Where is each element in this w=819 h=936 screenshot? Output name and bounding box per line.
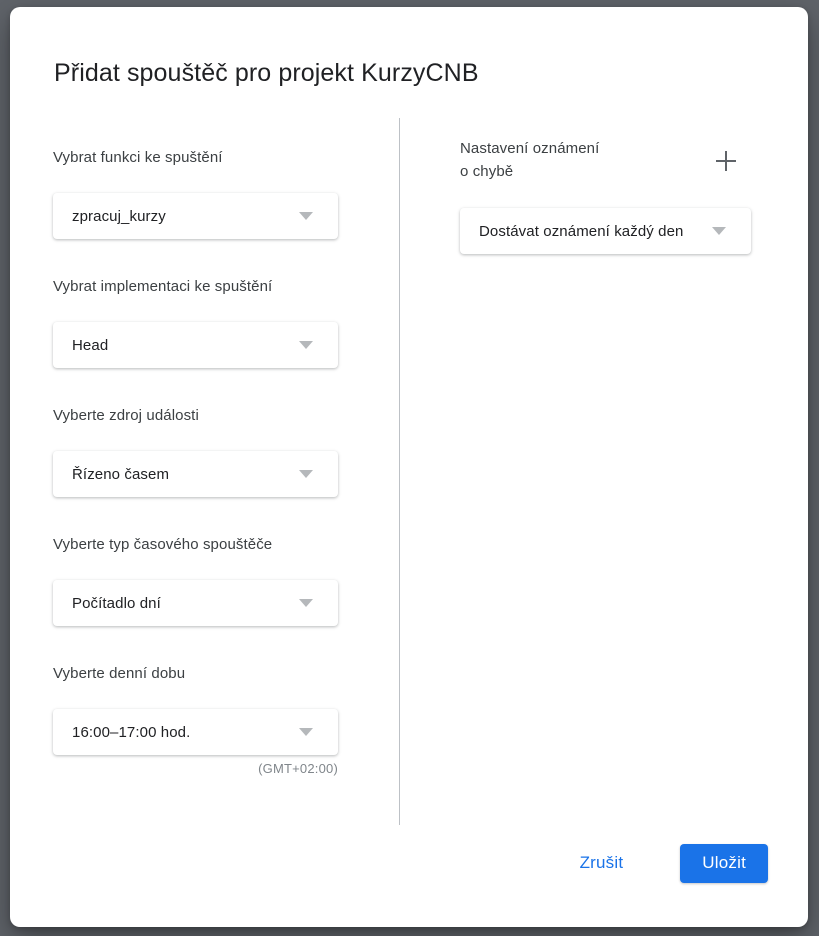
select-value-event-source: Řízeno časem	[72, 465, 170, 483]
select-event-source[interactable]: Řízeno časem	[53, 451, 338, 497]
field-label-run-function: Vybrat funkci ke spuštění	[53, 149, 223, 166]
select-run-function[interactable]: zpracuj_kurzy	[53, 193, 338, 239]
field-label-time-trigger-type: Vyberte typ časového spouštěče	[53, 536, 273, 553]
chevron-down-icon	[294, 462, 318, 486]
select-value-run-function: zpracuj_kurzy	[72, 207, 166, 225]
cancel-button[interactable]: Zrušit	[564, 843, 640, 883]
select-time-of-day[interactable]: 16:00–17:00 hod.	[53, 709, 338, 755]
select-value-time-trigger-type: Počítadlo dní	[72, 594, 161, 612]
dialog-footer: Zrušit Uložit	[564, 843, 768, 883]
left-column: Vybrat funkci ke spuštění zpracuj_kurzy …	[53, 147, 353, 798]
chevron-down-icon	[294, 720, 318, 744]
timezone-hint: (GMT+02:00)	[258, 761, 338, 776]
field-time-of-day: Vyberte denní dobu 16:00–17:00 hod. (GMT…	[53, 663, 353, 776]
right-column: Nastavení oznámení o chybě Dostávat ozná…	[460, 137, 770, 254]
chevron-down-icon	[294, 333, 318, 357]
save-button[interactable]: Uložit	[680, 843, 768, 883]
failure-notification-header: Nastavení oznámení o chybě	[460, 137, 750, 183]
field-run-deployment: Vybrat implementaci ke spuštění Head	[53, 276, 353, 368]
column-divider	[399, 118, 400, 825]
select-run-deployment[interactable]: Head	[53, 322, 338, 368]
chevron-down-icon	[294, 204, 318, 228]
failure-notification-label-line1: Nastavení oznámení	[460, 140, 600, 157]
add-trigger-dialog: Přidat spouštěč pro projekt KurzyCNB Vyb…	[10, 7, 808, 927]
failure-notification-label-line2: o chybě	[460, 163, 514, 180]
field-label-time-of-day: Vyberte denní dobu	[53, 665, 186, 682]
select-failure-notification-frequency[interactable]: Dostávat oznámení každý den	[460, 208, 751, 254]
dialog-title: Přidat spouštěč pro projekt KurzyCNB	[54, 59, 479, 87]
plus-icon[interactable]	[710, 145, 742, 177]
select-value-run-deployment: Head	[72, 336, 109, 354]
chevron-down-icon	[294, 591, 318, 615]
field-label-run-deployment: Vybrat implementaci ke spuštění	[53, 278, 273, 295]
failure-notification-label: Nastavení oznámení o chybě	[460, 137, 599, 183]
field-time-trigger-type: Vyberte typ časového spouštěče Počítadlo…	[53, 534, 353, 626]
select-time-trigger-type[interactable]: Počítadlo dní	[53, 580, 338, 626]
field-run-function: Vybrat funkci ke spuštění zpracuj_kurzy	[53, 147, 353, 239]
field-event-source: Vyberte zdroj události Řízeno časem	[53, 405, 353, 497]
select-value-failure-notification-frequency: Dostávat oznámení každý den	[479, 222, 684, 240]
select-value-time-of-day: 16:00–17:00 hod.	[72, 723, 191, 741]
chevron-down-icon	[707, 219, 731, 243]
field-label-event-source: Vyberte zdroj události	[53, 407, 199, 424]
